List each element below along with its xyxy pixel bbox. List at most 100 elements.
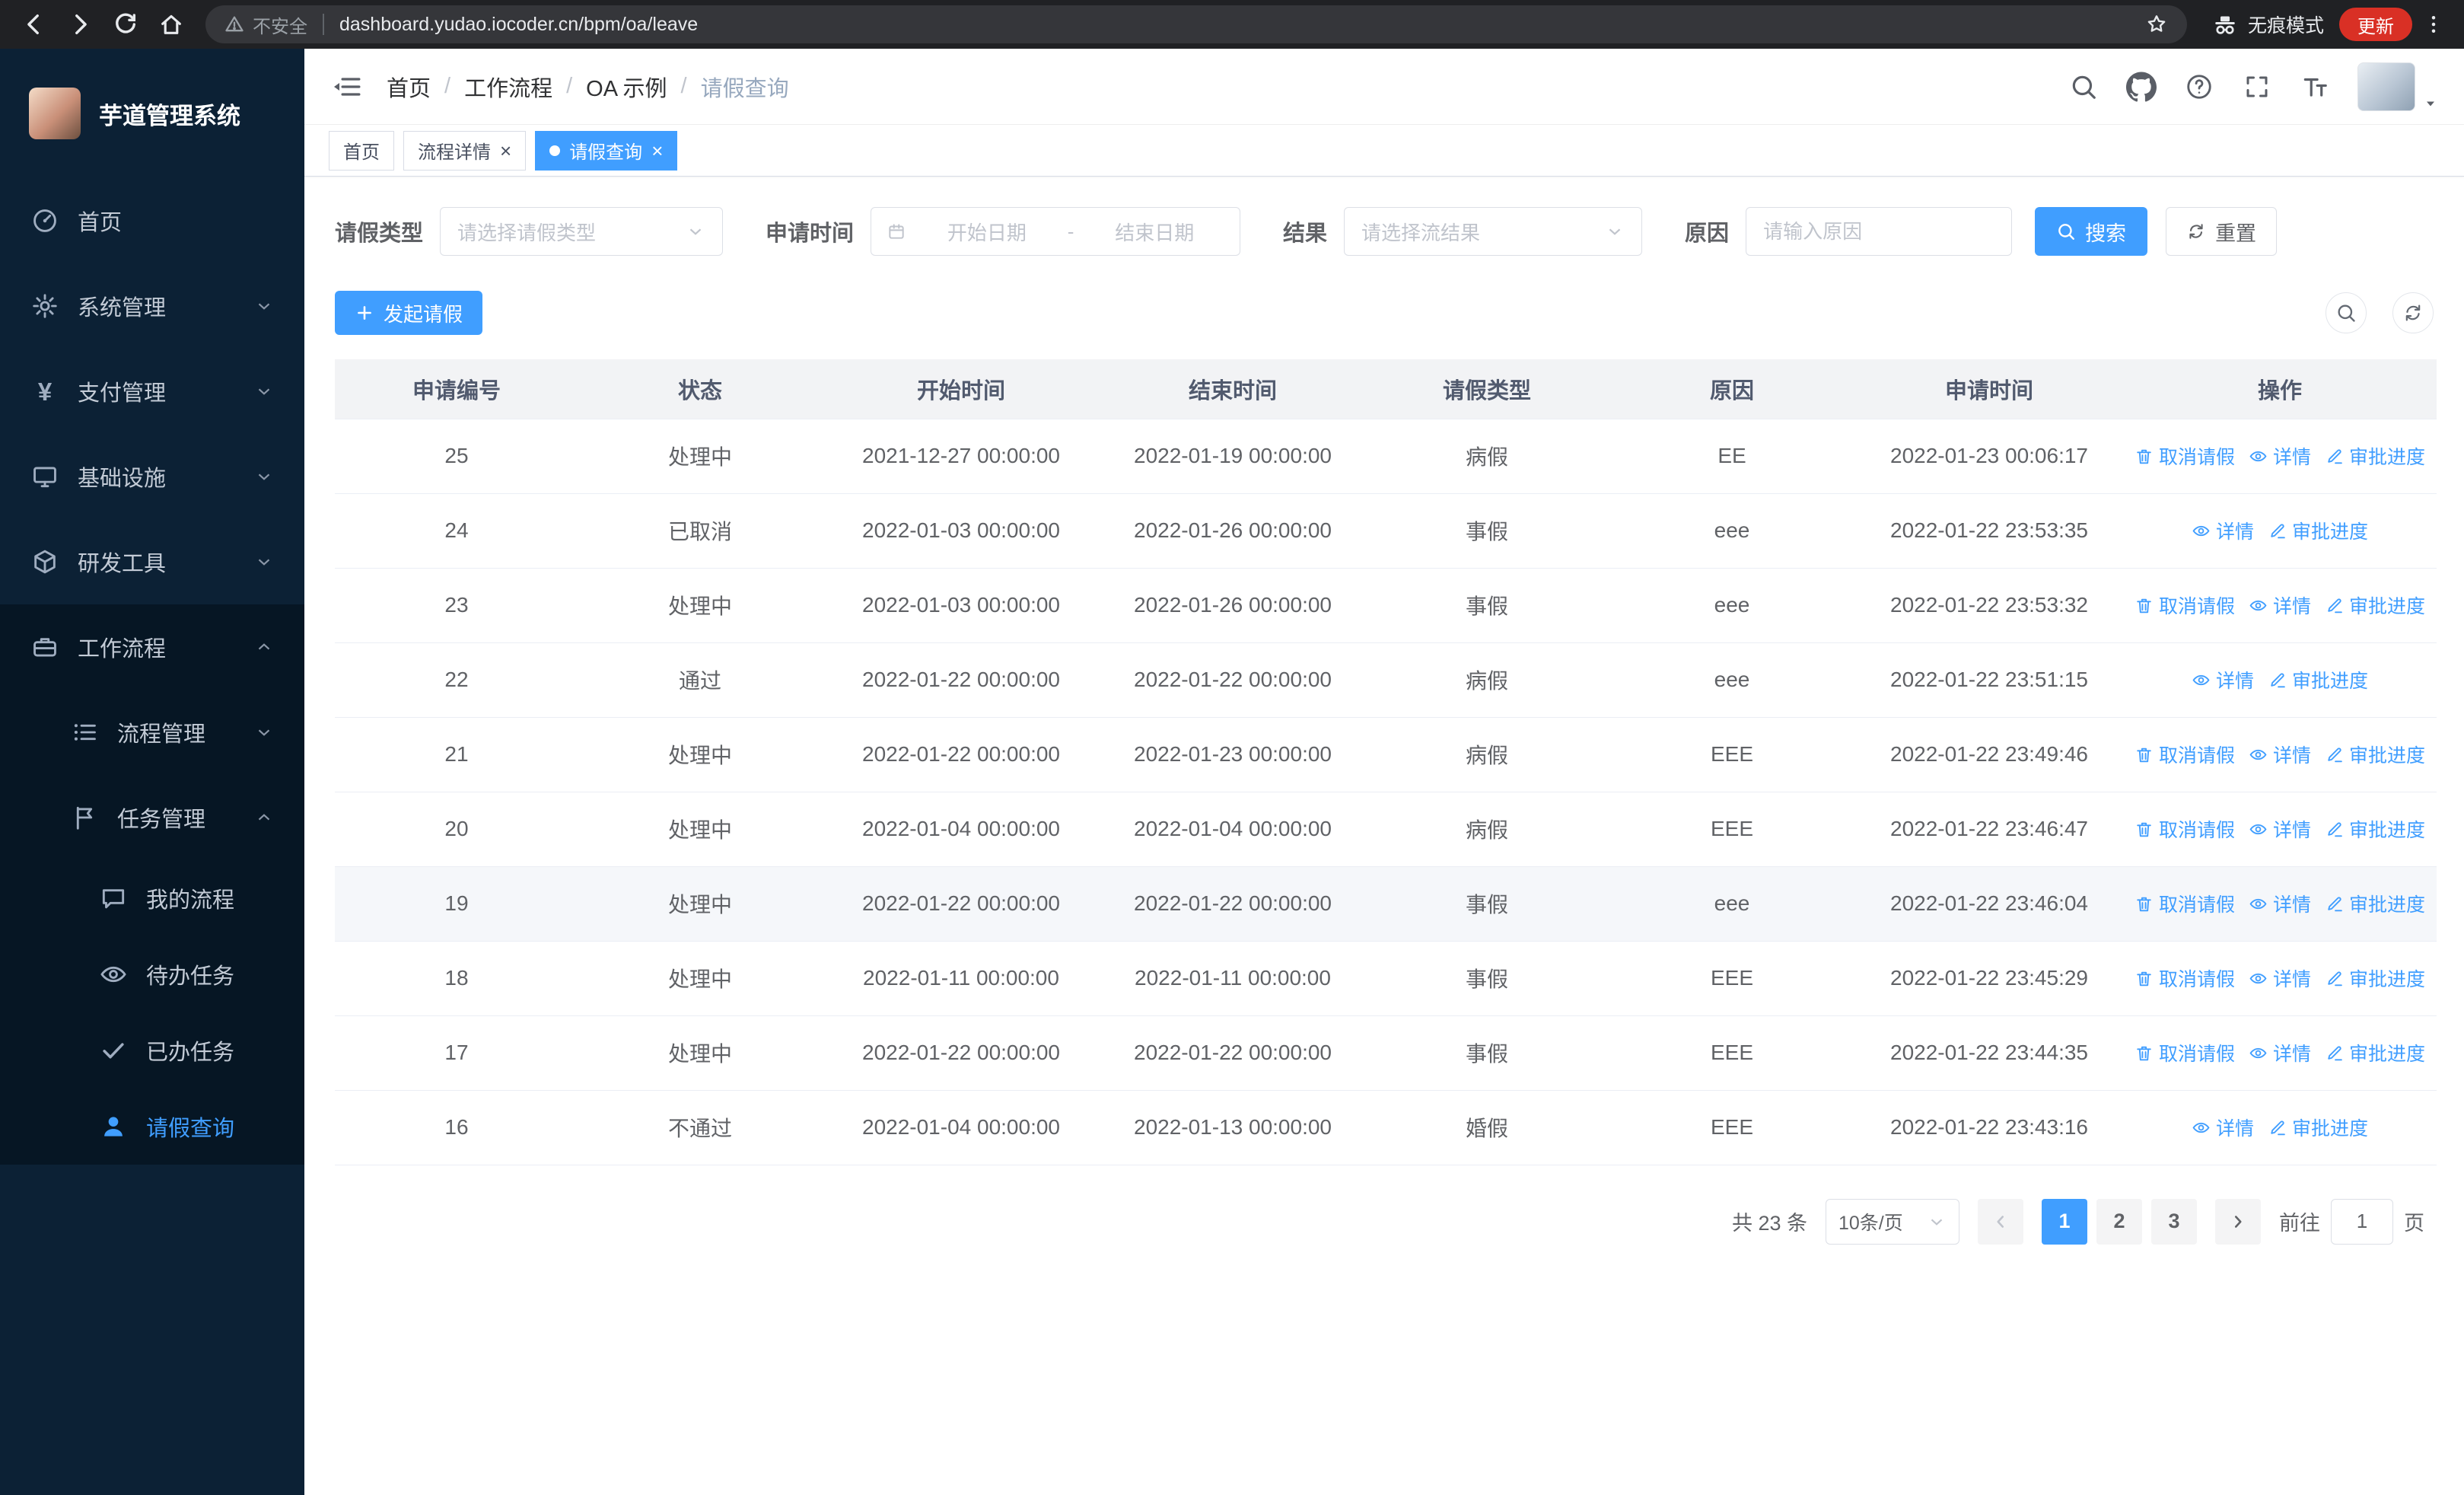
help-button[interactable]: [2184, 72, 2214, 102]
browser-back-button[interactable]: [14, 4, 55, 45]
sidebar-item-done-tasks[interactable]: 已办任务: [0, 1012, 304, 1089]
op-detail-link[interactable]: 详情: [2249, 890, 2311, 917]
op-detail-link[interactable]: 详情: [2249, 815, 2311, 843]
prev-page-button[interactable]: [1978, 1198, 2023, 1245]
user-menu[interactable]: [2357, 62, 2438, 111]
tab-home[interactable]: 首页: [329, 130, 394, 171]
cell-reason: eee: [1609, 642, 1855, 718]
table-row-18: 18 处理中 2022-01-11 00:00:00 2022-01-11 00:00…: [335, 941, 2437, 1016]
op-progress-link[interactable]: 审批进度: [2325, 741, 2425, 768]
font-size-button[interactable]: [2300, 72, 2330, 102]
op-progress-link[interactable]: 审批进度: [2325, 964, 2425, 992]
op-detail-link[interactable]: 详情: [2249, 442, 2311, 470]
sidebar-item-workflow[interactable]: 工作流程: [0, 604, 304, 690]
edit-pen-icon: [2325, 745, 2344, 764]
breadcrumb-home[interactable]: 首页: [387, 71, 431, 103]
op-progress-link[interactable]: 审批进度: [2268, 1114, 2368, 1141]
op-cancel-link[interactable]: 取消请假: [2135, 890, 2235, 917]
cell-status: 已取消: [578, 493, 822, 569]
op-progress-link[interactable]: 审批进度: [2325, 442, 2425, 470]
op-detail-link[interactable]: 详情: [2249, 964, 2311, 992]
browser-forward-button[interactable]: [59, 4, 100, 45]
date-range-picker[interactable]: 开始日期 - 结束日期: [871, 207, 1241, 256]
sidebar-item-home[interactable]: 首页: [0, 178, 304, 263]
breadcrumb-oa-example[interactable]: OA 示例: [586, 71, 667, 103]
result-select[interactable]: 请选择流结果: [1344, 207, 1643, 256]
browser-menu-button[interactable]: [2417, 4, 2450, 45]
op-cancel-link[interactable]: 取消请假: [2135, 442, 2235, 470]
gear-icon: [30, 292, 59, 320]
sidebar-item-todo-tasks[interactable]: 待办任务: [0, 936, 304, 1012]
sidebar-item-infra[interactable]: 基础设施: [0, 434, 304, 519]
op-progress-link[interactable]: 审批进度: [2325, 890, 2425, 917]
sidebar-item-process-mgmt[interactable]: 流程管理: [0, 690, 304, 775]
op-detail-link[interactable]: 详情: [2192, 517, 2254, 544]
search-button[interactable]: 搜索: [2035, 207, 2148, 256]
sidebar-collapse-button[interactable]: [330, 70, 364, 104]
tab-process-detail[interactable]: 流程详情 ×: [403, 130, 527, 171]
op-detail-link[interactable]: 详情: [2192, 1114, 2254, 1141]
sidebar-item-system[interactable]: 系统管理: [0, 263, 304, 349]
cell-id: 17: [335, 1015, 578, 1091]
chevron-down-icon: [686, 222, 705, 241]
op-cancel-link[interactable]: 取消请假: [2135, 591, 2235, 619]
op-detail-link[interactable]: 详情: [2192, 666, 2254, 693]
sidebar-item-leave-query[interactable]: 请假查询: [0, 1089, 304, 1165]
toggle-search-button[interactable]: [2326, 292, 2367, 333]
github-icon: [2126, 71, 2157, 102]
op-progress-link[interactable]: 审批进度: [2325, 815, 2425, 843]
refresh-table-button[interactable]: [2392, 292, 2434, 333]
op-progress-link[interactable]: 审批进度: [2268, 666, 2368, 693]
tab-close-icon[interactable]: ×: [500, 141, 511, 161]
sidebar-item-my-process[interactable]: 我的流程: [0, 860, 304, 936]
fullscreen-button[interactable]: [2242, 72, 2272, 102]
chevron-down-icon: [1605, 222, 1625, 241]
op-cancel-link[interactable]: 取消请假: [2135, 815, 2235, 843]
cube-icon: [30, 547, 59, 576]
page-size-select[interactable]: 10条/页: [1826, 1198, 1959, 1245]
browser-update-button[interactable]: 更新: [2339, 8, 2412, 41]
tab-leave-query[interactable]: 请假查询 ×: [535, 130, 678, 171]
browser-reload-button[interactable]: [105, 4, 146, 45]
browser-home-button[interactable]: [151, 4, 192, 45]
op-cancel-link[interactable]: 取消请假: [2135, 1039, 2235, 1066]
op-detail-link[interactable]: 详情: [2249, 591, 2311, 619]
page-button-3[interactable]: 3: [2151, 1198, 2197, 1245]
create-leave-button[interactable]: 发起请假: [335, 291, 483, 335]
browser-chrome-bar: 不安全 dashboard.yudao.iocoder.cn/bpm/oa/le…: [0, 0, 2464, 49]
page-button-1[interactable]: 1: [2042, 1198, 2087, 1245]
chevron-down-icon: [254, 552, 274, 572]
breadcrumb-workflow[interactable]: 工作流程: [464, 71, 552, 103]
sidebar-item-task-mgmt[interactable]: 任务管理: [0, 775, 304, 860]
op-detail-link[interactable]: 详情: [2249, 741, 2311, 768]
leave-type-select[interactable]: 请选择请假类型: [440, 207, 724, 256]
reason-input[interactable]: [1746, 207, 2013, 256]
tag-tab-bar: 首页 流程详情 × 请假查询 ×: [304, 125, 2464, 177]
op-progress-link[interactable]: 审批进度: [2268, 517, 2368, 544]
cell-start: 2021-12-27 00:00:00: [822, 419, 1100, 494]
op-progress-link[interactable]: 审批进度: [2325, 1039, 2425, 1066]
op-detail-link[interactable]: 详情: [2249, 1039, 2311, 1066]
address-bar[interactable]: 不安全 dashboard.yudao.iocoder.cn/bpm/oa/le…: [205, 5, 2187, 43]
table-row-21: 21 处理中 2022-01-22 00:00:00 2022-01-23 00:00…: [335, 717, 2437, 792]
page-button-2[interactable]: 2: [2096, 1198, 2142, 1245]
page-size-value: 10条/页: [1838, 1212, 1903, 1234]
sidebar-item-payment[interactable]: ¥ 支付管理: [0, 349, 304, 434]
op-cancel-link[interactable]: 取消请假: [2135, 964, 2235, 992]
tab-close-icon[interactable]: ×: [651, 141, 663, 161]
github-link-button[interactable]: [2126, 71, 2157, 102]
goto-page-input[interactable]: [2331, 1198, 2393, 1245]
goto-suffix: 页: [2404, 1212, 2424, 1235]
pager-pages: 123: [2042, 1198, 2197, 1245]
op-progress-link[interactable]: 审批进度: [2325, 591, 2425, 619]
tab-label: 流程详情: [418, 142, 491, 163]
header-search-button[interactable]: [2068, 72, 2099, 102]
leave-type-label: 请假类型: [335, 222, 424, 246]
op-cancel-link[interactable]: 取消请假: [2135, 741, 2235, 768]
reset-button[interactable]: 重置: [2166, 207, 2278, 256]
user-avatar: [2357, 62, 2415, 111]
bookmark-star-icon[interactable]: [2144, 12, 2169, 37]
next-page-button[interactable]: [2215, 1198, 2261, 1245]
sidebar-item-devtools[interactable]: 研发工具: [0, 519, 304, 604]
table-toolbar: 发起请假: [335, 291, 2434, 335]
